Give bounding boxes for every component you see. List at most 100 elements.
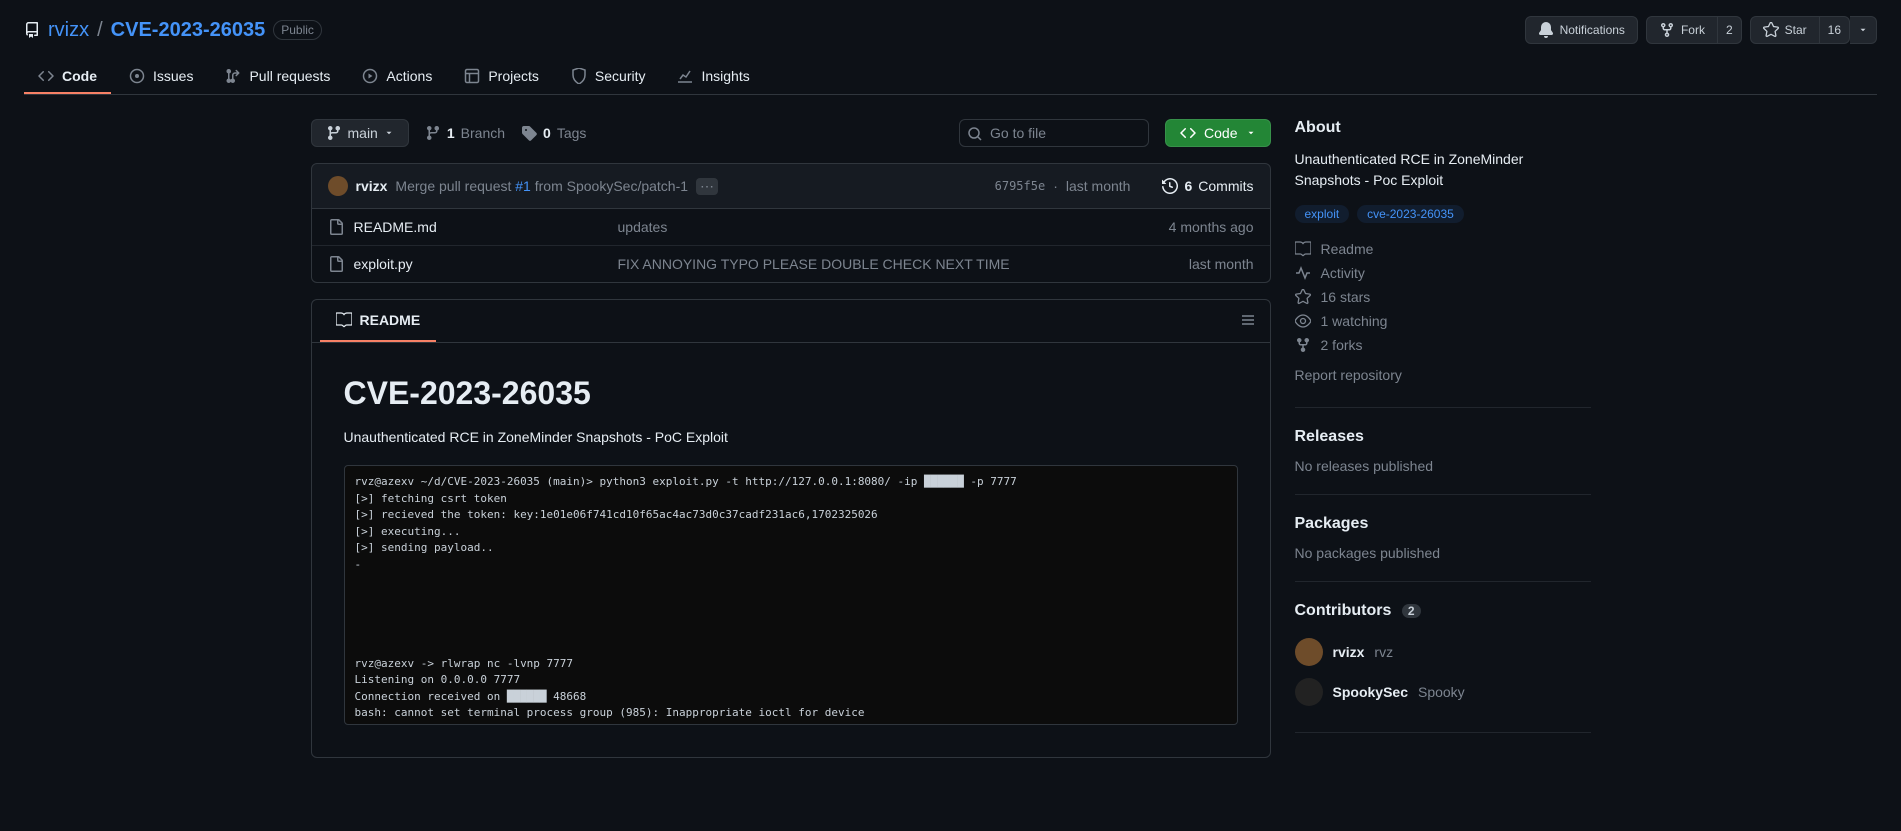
- contributor-login[interactable]: SpookySec: [1333, 684, 1408, 700]
- pull-request-icon: [225, 68, 241, 84]
- branch-count-label: Branch: [461, 125, 505, 141]
- commit-count-label: Commits: [1198, 178, 1253, 194]
- commit-author[interactable]: rvizx: [356, 178, 388, 194]
- tab-code[interactable]: Code: [24, 60, 111, 94]
- fork-button[interactable]: Fork: [1646, 16, 1718, 44]
- file-search-input[interactable]: [959, 119, 1149, 147]
- avatar: [1295, 678, 1323, 706]
- book-icon: [336, 312, 352, 328]
- table-icon: [464, 68, 480, 84]
- branch-icon: [326, 125, 342, 141]
- terminal-screenshot: rvz@azexv ~/d/CVE-2023-26035 (main)> pyt…: [344, 465, 1238, 725]
- watching-label: 1 watching: [1321, 313, 1388, 329]
- forks-link[interactable]: 2 forks: [1295, 333, 1591, 357]
- fork-label: Fork: [1681, 23, 1705, 37]
- play-icon: [362, 68, 378, 84]
- readme-subtitle: Unauthenticated RCE in ZoneMinder Snapsh…: [344, 429, 1238, 445]
- fork-icon: [1659, 22, 1675, 38]
- readme-tab[interactable]: README: [320, 300, 437, 342]
- tab-actions[interactable]: Actions: [348, 60, 446, 94]
- latest-commit[interactable]: rvizx Merge pull request #1 from SpookyS…: [311, 163, 1271, 209]
- commit-count: 6: [1184, 178, 1192, 194]
- branch-select[interactable]: main: [311, 119, 409, 147]
- visibility-badge: Public: [273, 20, 322, 40]
- file-row[interactable]: README.md updates 4 months ago: [312, 209, 1270, 245]
- about-heading: About: [1295, 119, 1591, 137]
- file-name[interactable]: README.md: [354, 219, 437, 235]
- tab-issues[interactable]: Issues: [115, 60, 207, 94]
- releases-heading[interactable]: Releases: [1295, 428, 1591, 446]
- tab-projects-label: Projects: [488, 68, 539, 84]
- file-commit-msg[interactable]: updates: [618, 219, 1104, 235]
- tab-insights[interactable]: Insights: [663, 60, 763, 94]
- star-icon: [1295, 289, 1311, 305]
- topic-tag[interactable]: cve-2023-26035: [1357, 205, 1464, 223]
- code-btn-label: Code: [1204, 125, 1237, 141]
- file-icon: [328, 256, 344, 272]
- tag-count-label: Tags: [557, 125, 587, 141]
- file-commit-msg[interactable]: FIX ANNOYING TYPO PLEASE DOUBLE CHECK NE…: [618, 256, 1104, 272]
- shield-icon: [571, 68, 587, 84]
- topic-tag[interactable]: exploit: [1295, 205, 1350, 223]
- pulse-icon: [1295, 265, 1311, 281]
- branch-count: 1: [447, 125, 455, 141]
- commit-sep: ·: [1053, 178, 1058, 194]
- star-count[interactable]: 16: [1820, 16, 1850, 44]
- bell-icon: [1538, 22, 1554, 38]
- contributor-row[interactable]: rvizx rvz: [1295, 632, 1591, 672]
- watching-link[interactable]: 1 watching: [1295, 309, 1591, 333]
- report-label: Report repository: [1295, 367, 1402, 383]
- contributor-row[interactable]: SpookySec Spooky: [1295, 672, 1591, 712]
- commit-message[interactable]: Merge pull request #1 from SpookySec/pat…: [395, 178, 688, 194]
- ellipsis-icon[interactable]: ⋯: [696, 178, 718, 195]
- triangle-down-icon: [1246, 128, 1256, 138]
- activity-label: Activity: [1321, 265, 1365, 281]
- file-row[interactable]: exploit.py FIX ANNOYING TYPO PLEASE DOUB…: [312, 245, 1270, 282]
- star-dropdown[interactable]: [1850, 16, 1877, 44]
- branch-count-link[interactable]: 1 Branch: [425, 125, 505, 141]
- tab-pulls[interactable]: Pull requests: [211, 60, 344, 94]
- packages-heading[interactable]: Packages: [1295, 515, 1591, 533]
- tag-count-link[interactable]: 0 Tags: [521, 125, 586, 141]
- fork-count[interactable]: 2: [1718, 16, 1742, 44]
- report-link[interactable]: Report repository: [1295, 363, 1591, 387]
- pr-link[interactable]: #1: [515, 178, 531, 194]
- file-icon: [328, 219, 344, 235]
- repo-owner-link[interactable]: rvizx: [48, 19, 89, 42]
- tab-code-label: Code: [62, 68, 97, 84]
- history-icon: [1162, 178, 1178, 194]
- tab-actions-label: Actions: [386, 68, 432, 84]
- contributor-login[interactable]: rvizx: [1333, 644, 1365, 660]
- triangle-down-icon: [1858, 25, 1868, 35]
- star-button[interactable]: Star: [1750, 16, 1820, 44]
- code-dropdown-button[interactable]: Code: [1165, 119, 1270, 147]
- packages-empty: No packages published: [1295, 545, 1591, 561]
- stars-link[interactable]: 16 stars: [1295, 285, 1591, 309]
- file-name[interactable]: exploit.py: [354, 256, 413, 272]
- commit-time: last month: [1066, 178, 1131, 194]
- tag-icon: [521, 125, 537, 141]
- star-icon: [1763, 22, 1779, 38]
- releases-empty: No releases published: [1295, 458, 1591, 474]
- repo-name-link[interactable]: CVE-2023-26035: [111, 19, 266, 42]
- activity-link[interactable]: Activity: [1295, 261, 1591, 285]
- toc-button[interactable]: [1234, 306, 1262, 337]
- triangle-down-icon: [384, 128, 394, 138]
- contributors-heading[interactable]: Contributors 2: [1295, 602, 1591, 620]
- file-list: README.md updates 4 months ago exploit.p…: [311, 209, 1271, 283]
- tab-projects[interactable]: Projects: [450, 60, 553, 94]
- readme-tab-label: README: [360, 312, 421, 328]
- tab-pulls-label: Pull requests: [249, 68, 330, 84]
- stars-label: 16 stars: [1321, 289, 1371, 305]
- branch-icon: [425, 125, 441, 141]
- avatar: [328, 176, 348, 196]
- file-time: last month: [1104, 256, 1254, 272]
- commit-hash[interactable]: 6795f5e: [995, 179, 1046, 193]
- tab-security[interactable]: Security: [557, 60, 660, 94]
- readme-link[interactable]: Readme: [1295, 237, 1591, 261]
- commits-link[interactable]: 6 Commits: [1162, 178, 1253, 194]
- readme-link-label: Readme: [1321, 241, 1374, 257]
- notifications-button[interactable]: Notifications: [1525, 16, 1638, 44]
- forks-label: 2 forks: [1321, 337, 1363, 353]
- contributor-alias: Spooky: [1418, 684, 1465, 700]
